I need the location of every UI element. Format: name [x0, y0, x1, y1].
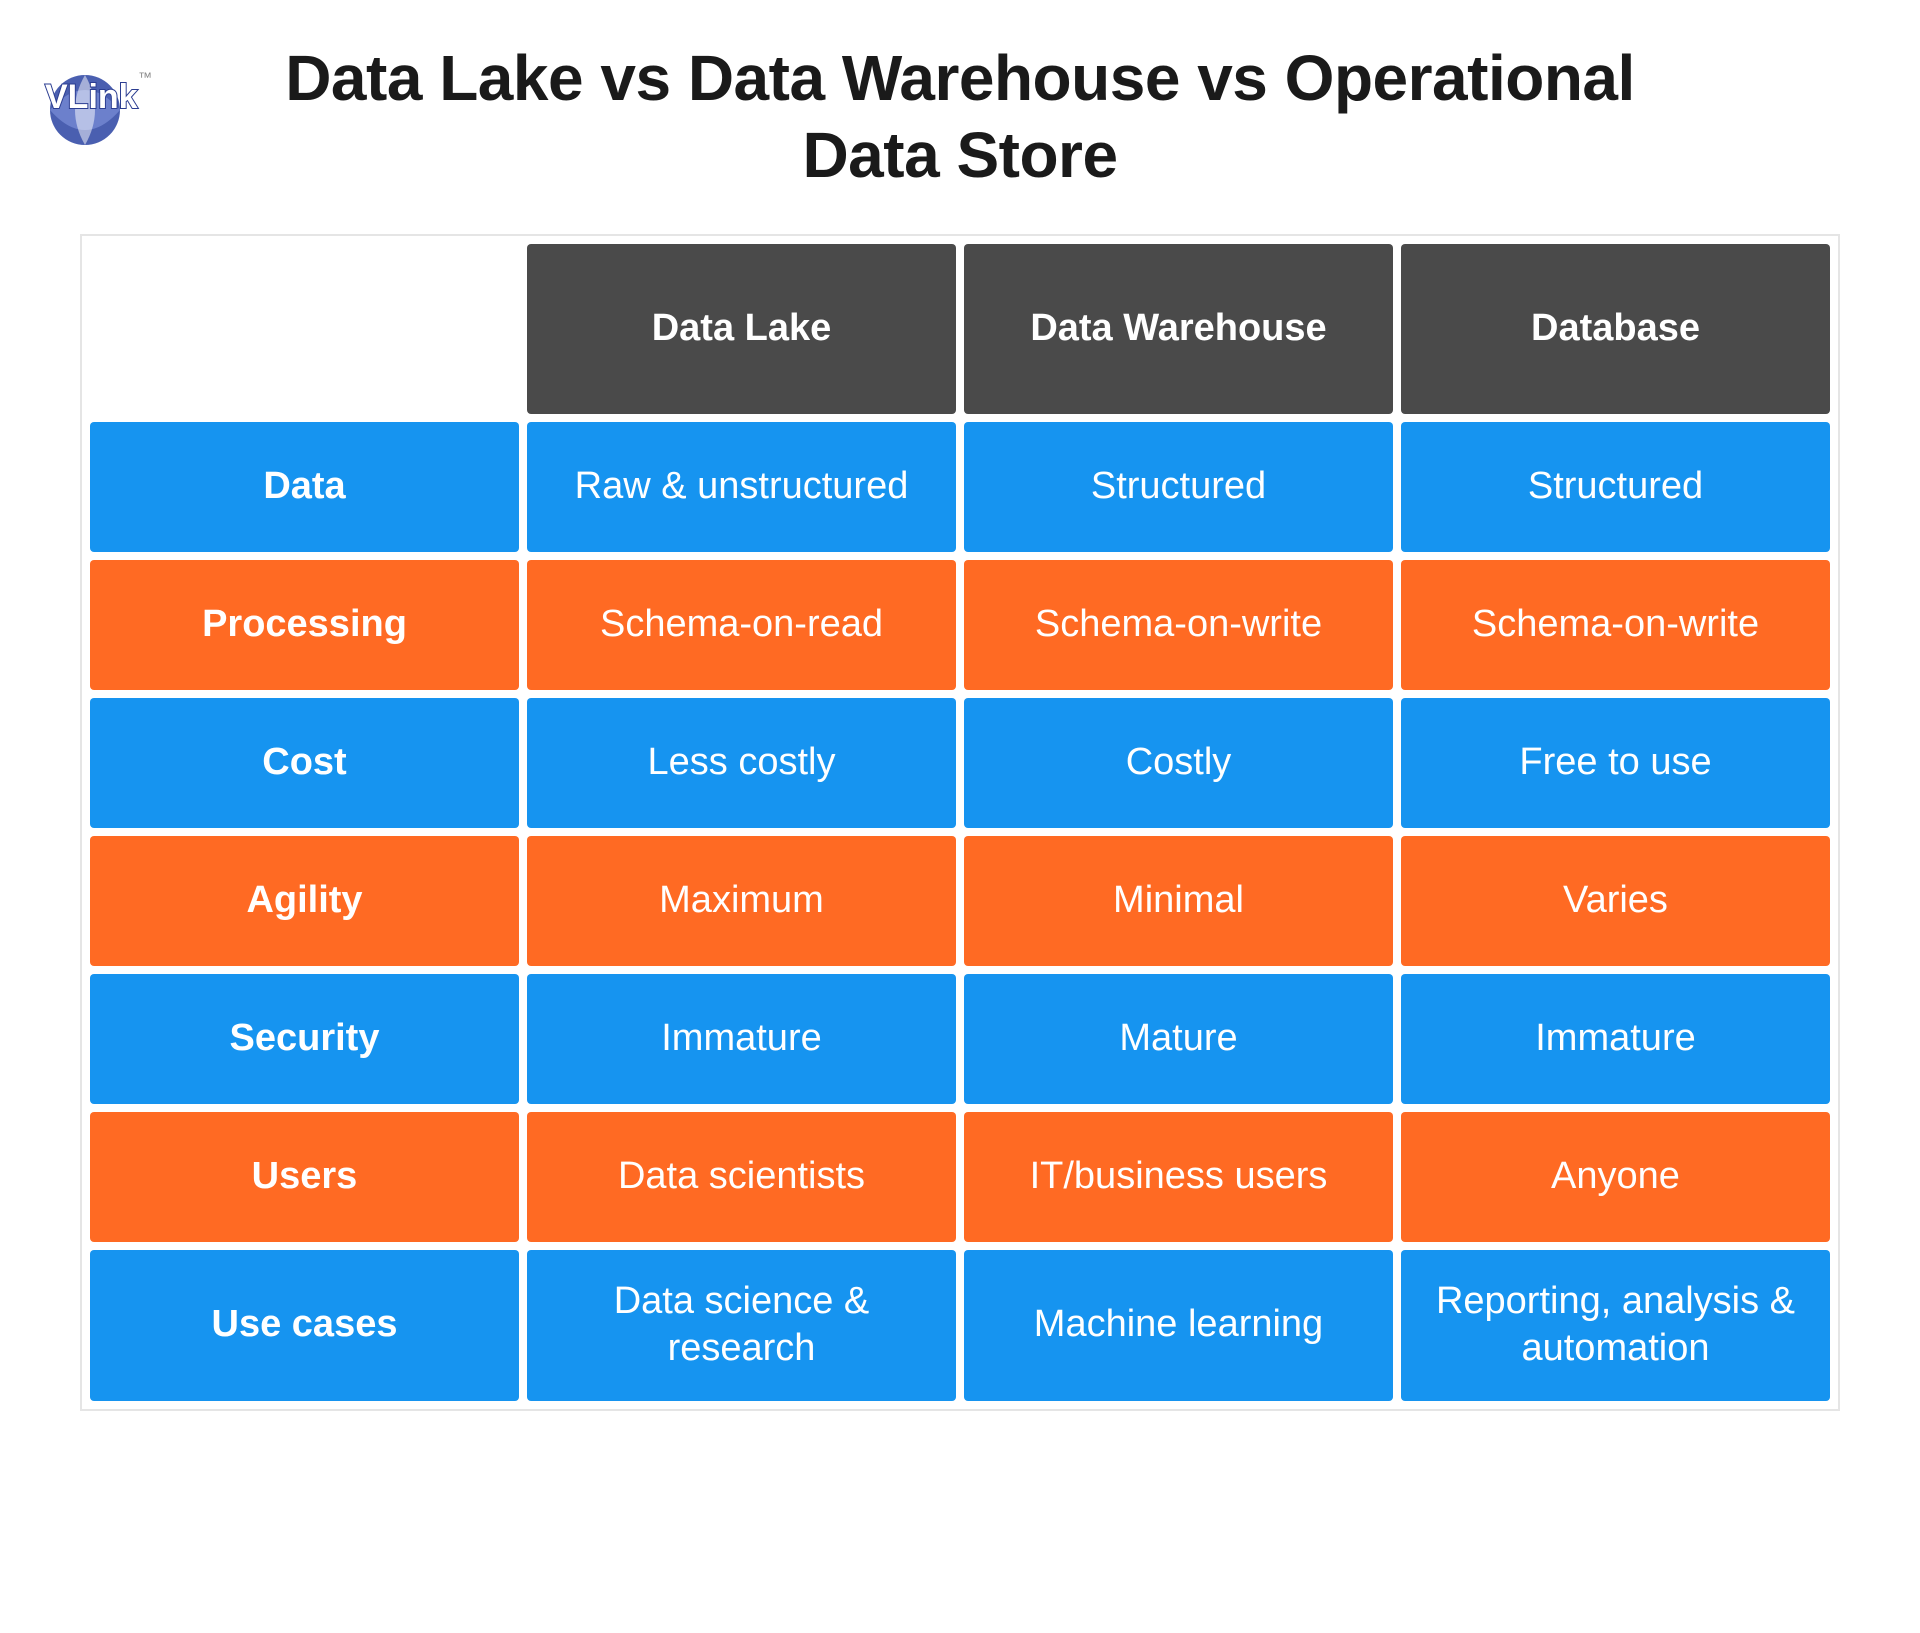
- header-database: Database: [1401, 244, 1830, 414]
- cell-data-warehouse: IT/business users: [964, 1112, 1393, 1242]
- table-row: Processing Schema-on-read Schema-on-writ…: [90, 560, 1830, 690]
- row-label-use-cases: Use cases: [90, 1250, 519, 1401]
- row-label-security: Security: [90, 974, 519, 1104]
- cell-database: Anyone: [1401, 1112, 1830, 1242]
- table-header-row: Data Lake Data Warehouse Database: [90, 244, 1830, 414]
- cell-data-warehouse: Machine learning: [964, 1250, 1393, 1401]
- cell-data-warehouse: Structured: [964, 422, 1393, 552]
- trademark-icon: ™: [138, 69, 152, 85]
- table-row: Agility Maximum Minimal Varies: [90, 836, 1830, 966]
- table-row: Use cases Data science & research Machin…: [90, 1250, 1830, 1401]
- page-title: Data Lake vs Data Warehouse vs Operation…: [260, 40, 1660, 194]
- cell-database: Free to use: [1401, 698, 1830, 828]
- cell-data-lake: Schema-on-read: [527, 560, 956, 690]
- row-label-users: Users: [90, 1112, 519, 1242]
- cell-data-lake: Maximum: [527, 836, 956, 966]
- logo-text: VLink: [45, 78, 138, 116]
- vlink-logo: VLink ™: [30, 60, 160, 150]
- comparison-table: Data Lake Data Warehouse Database Data R…: [80, 234, 1840, 1411]
- header-data-warehouse: Data Warehouse: [964, 244, 1393, 414]
- cell-database: Varies: [1401, 836, 1830, 966]
- cell-database: Structured: [1401, 422, 1830, 552]
- cell-data-lake: Immature: [527, 974, 956, 1104]
- cell-data-warehouse: Costly: [964, 698, 1393, 828]
- row-label-data: Data: [90, 422, 519, 552]
- header-blank: [90, 244, 519, 414]
- table-row: Security Immature Mature Immature: [90, 974, 1830, 1104]
- cell-data-lake: Data science & research: [527, 1250, 956, 1401]
- cell-data-lake: Less costly: [527, 698, 956, 828]
- cell-data-lake: Raw & unstructured: [527, 422, 956, 552]
- cell-database: Reporting, analysis & automation: [1401, 1250, 1830, 1401]
- cell-database: Immature: [1401, 974, 1830, 1104]
- table-row: Data Raw & unstructured Structured Struc…: [90, 422, 1830, 552]
- cell-data-warehouse: Minimal: [964, 836, 1393, 966]
- cell-data-warehouse: Schema-on-write: [964, 560, 1393, 690]
- table-row: Cost Less costly Costly Free to use: [90, 698, 1830, 828]
- table-row: Users Data scientists IT/business users …: [90, 1112, 1830, 1242]
- row-label-agility: Agility: [90, 836, 519, 966]
- cell-data-warehouse: Mature: [964, 974, 1393, 1104]
- row-label-cost: Cost: [90, 698, 519, 828]
- cell-database: Schema-on-write: [1401, 560, 1830, 690]
- page: VLink ™ Data Lake vs Data Warehouse vs O…: [0, 40, 1920, 1633]
- row-label-processing: Processing: [90, 560, 519, 690]
- header-data-lake: Data Lake: [527, 244, 956, 414]
- cell-data-lake: Data scientists: [527, 1112, 956, 1242]
